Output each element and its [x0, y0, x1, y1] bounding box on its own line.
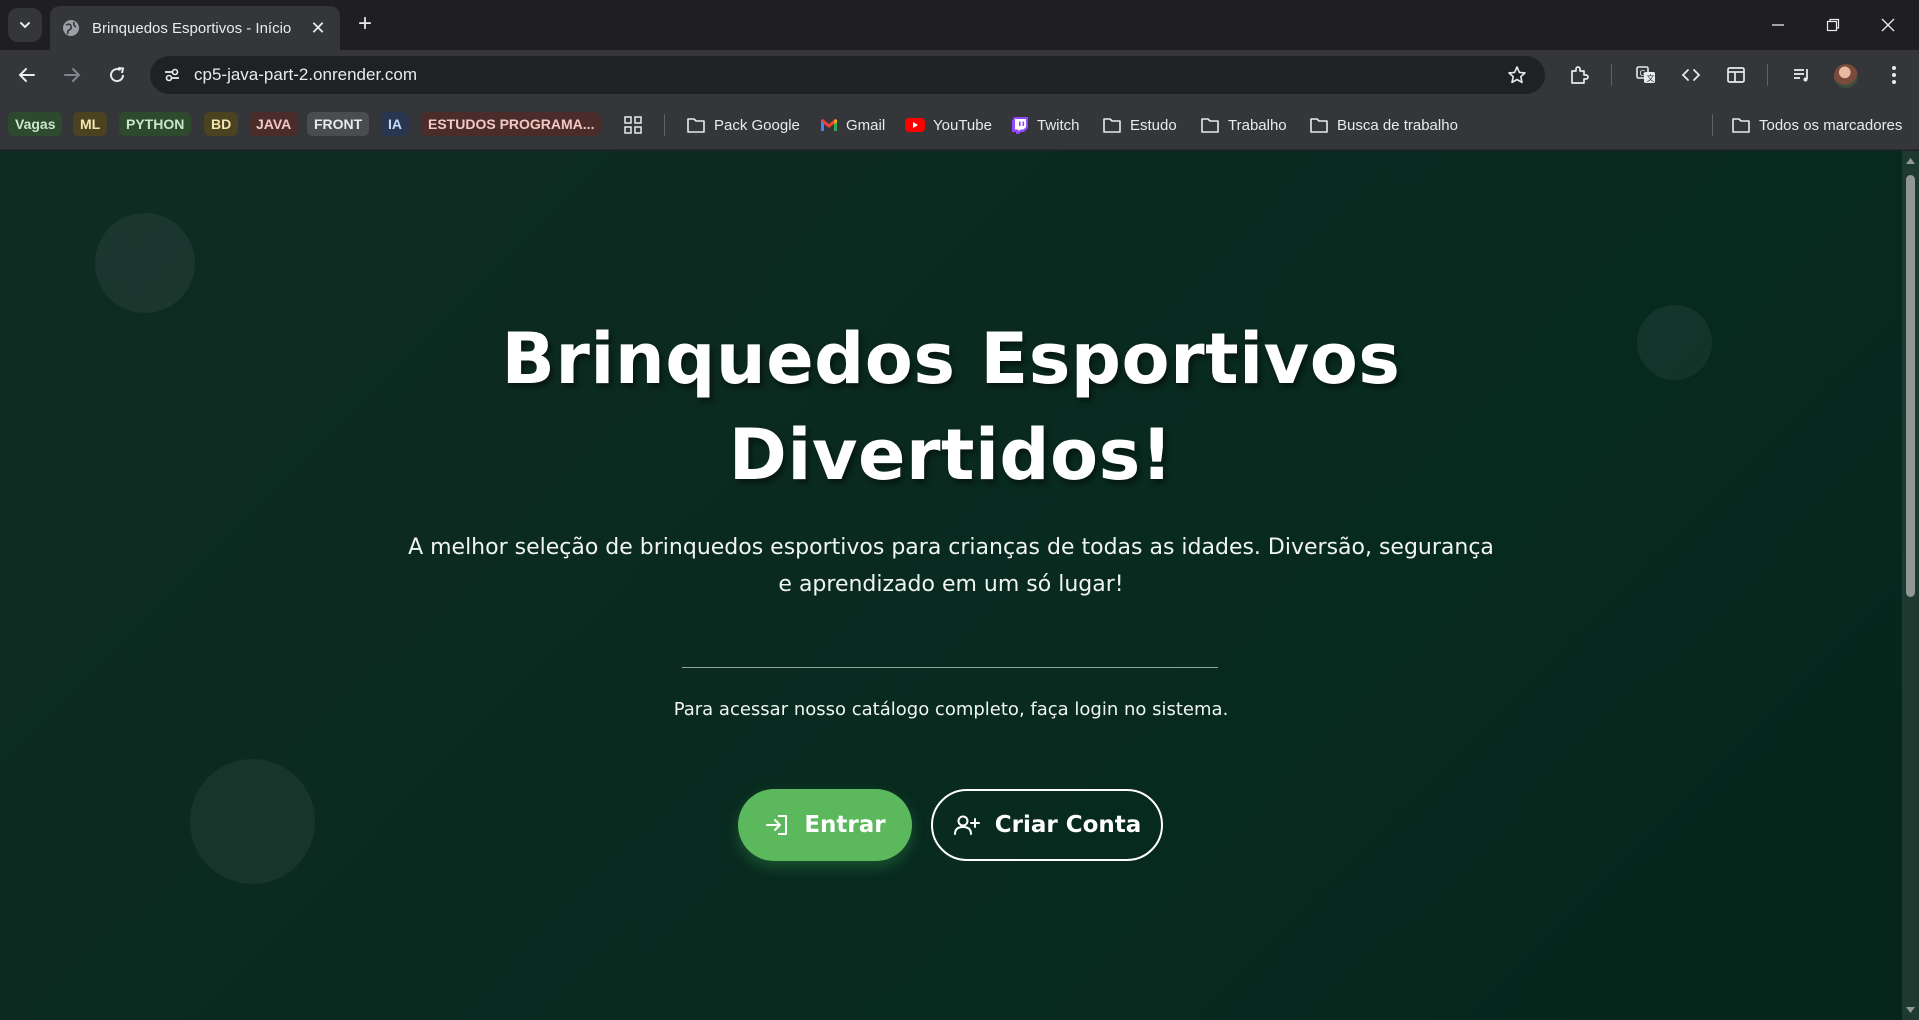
- create-account-button[interactable]: Criar Conta: [931, 789, 1163, 861]
- bookmark-label: Busca de trabalho: [1337, 116, 1458, 134]
- minimize-button[interactable]: [1751, 0, 1805, 50]
- tab-title: Brinquedos Esportivos - Início: [92, 19, 292, 37]
- toolbar-separator: [1611, 64, 1612, 86]
- bookmark-label: Gmail: [846, 116, 886, 134]
- bookmark-chip-ml[interactable]: ML: [73, 112, 108, 136]
- svg-text:文: 文: [1647, 73, 1655, 83]
- restore-icon: [1826, 18, 1840, 32]
- media-controls-icon[interactable]: [1786, 59, 1818, 91]
- bookmark-label: Pack Google: [714, 116, 800, 134]
- reload-button[interactable]: [101, 59, 133, 91]
- bookmark-chip-vagas[interactable]: Vagas: [8, 112, 63, 136]
- tab-search-button[interactable]: [8, 8, 42, 42]
- page-title-line1: Brinquedos Esportivos: [501, 318, 1401, 400]
- bookmark-chip-bd[interactable]: BD: [204, 112, 239, 136]
- toolbar-separator: [1767, 64, 1768, 86]
- bookmark-pack-google[interactable]: Pack Google: [686, 112, 800, 138]
- folder-icon: [1103, 118, 1121, 133]
- user-plus-icon: [953, 815, 980, 835]
- youtube-icon: [905, 118, 925, 132]
- bookmark-busca-de-trabalho[interactable]: Busca de trabalho: [1309, 112, 1458, 138]
- more-options-icon[interactable]: [1878, 59, 1910, 91]
- bookmarks-bar: Vagas ML PYTHON BD JAVA FRONT IA ESTUDOS…: [0, 100, 1919, 150]
- bookmark-label: Twitch: [1037, 116, 1080, 134]
- enter-button-label: Entrar: [804, 812, 886, 838]
- divider: [682, 667, 1218, 668]
- extensions-icon[interactable]: [1563, 59, 1595, 91]
- close-icon: [1881, 18, 1895, 32]
- twitch-icon: [1012, 117, 1028, 134]
- decorative-circle: [95, 213, 195, 313]
- bookmark-chip-python[interactable]: PYTHON: [119, 112, 192, 136]
- hero-section: Brinquedos Esportivos Divertidos! A melh…: [0, 151, 1902, 1020]
- bookmark-trabalho[interactable]: Trabalho: [1200, 112, 1287, 138]
- arrow-right-icon: [64, 68, 81, 82]
- address-bar[interactable]: cp5-java-part-2.onrender.com: [150, 56, 1545, 94]
- back-button[interactable]: [11, 59, 43, 91]
- bookmarks-separator: [664, 114, 665, 136]
- code-icon[interactable]: [1675, 59, 1707, 91]
- bookmark-twitch[interactable]: Twitch: [1011, 112, 1080, 138]
- bookmark-chip-front[interactable]: FRONT: [307, 112, 370, 136]
- reload-icon: [110, 67, 125, 83]
- bookmark-youtube[interactable]: YouTube: [905, 112, 992, 138]
- folder-icon: [1201, 118, 1219, 133]
- browser-toolbar: cp5-java-part-2.onrender.com G文: [0, 50, 1919, 100]
- url-text[interactable]: cp5-java-part-2.onrender.com: [194, 65, 1501, 85]
- page-title: Brinquedos Esportivos Divertidos!: [0, 311, 1902, 503]
- new-tab-button[interactable]: +: [352, 12, 378, 38]
- enter-button[interactable]: Entrar: [738, 789, 912, 861]
- bookmark-chip-estudos[interactable]: ESTUDOS PROGRAMA...: [421, 112, 602, 136]
- bookmark-gmail[interactable]: Gmail: [820, 112, 885, 138]
- minimize-icon: [1772, 24, 1784, 26]
- create-account-label: Criar Conta: [994, 812, 1142, 838]
- site-info-icon[interactable]: [156, 59, 188, 91]
- login-message: Para acessar nosso catálogo completo, fa…: [673, 699, 1229, 720]
- hero-subtitle: A melhor seleção de brinquedos esportivo…: [408, 535, 1494, 597]
- all-bookmarks[interactable]: Todos os marcadores: [1731, 112, 1902, 138]
- bookmark-label: Trabalho: [1228, 116, 1287, 134]
- scrollbar-thumb[interactable]: [1906, 175, 1915, 597]
- folder-icon: [687, 118, 705, 133]
- scroll-down-arrow-icon[interactable]: [1905, 1005, 1916, 1015]
- bookmark-chip-ia[interactable]: IA: [381, 112, 409, 136]
- bookmark-chip-java[interactable]: JAVA: [249, 112, 299, 136]
- globe-icon: [63, 20, 79, 36]
- bookmarks-separator: [1712, 114, 1713, 136]
- chevron-down-icon: [20, 22, 30, 29]
- page-title-line2: Divertidos!: [728, 414, 1174, 496]
- folder-icon: [1310, 118, 1328, 133]
- apps-grid-icon[interactable]: [624, 112, 650, 138]
- folder-icon: [1732, 118, 1750, 133]
- bookmark-label: Estudo: [1130, 116, 1177, 134]
- profile-avatar[interactable]: [1834, 64, 1858, 88]
- all-bookmarks-label: Todos os marcadores: [1759, 116, 1903, 134]
- forward-button[interactable]: [56, 59, 88, 91]
- bookmark-star-icon[interactable]: [1501, 59, 1533, 91]
- translate-icon[interactable]: G文: [1630, 59, 1662, 91]
- restore-button[interactable]: [1806, 0, 1860, 50]
- bookmark-label: YouTube: [933, 116, 992, 134]
- close-tab-icon[interactable]: ✕: [308, 18, 328, 39]
- active-tab[interactable]: Brinquedos Esportivos - Início ✕: [50, 6, 340, 50]
- bookmark-estudo[interactable]: Estudo: [1102, 112, 1177, 138]
- close-window-button[interactable]: [1861, 0, 1915, 50]
- gmail-icon: [821, 119, 837, 131]
- arrow-left-icon: [18, 68, 35, 82]
- decorative-circle: [190, 759, 315, 884]
- scroll-up-arrow-icon[interactable]: [1905, 156, 1916, 166]
- login-icon: [766, 815, 788, 835]
- side-panel-icon[interactable]: [1720, 59, 1752, 91]
- tab-bar: Brinquedos Esportivos - Início ✕ +: [0, 0, 1919, 50]
